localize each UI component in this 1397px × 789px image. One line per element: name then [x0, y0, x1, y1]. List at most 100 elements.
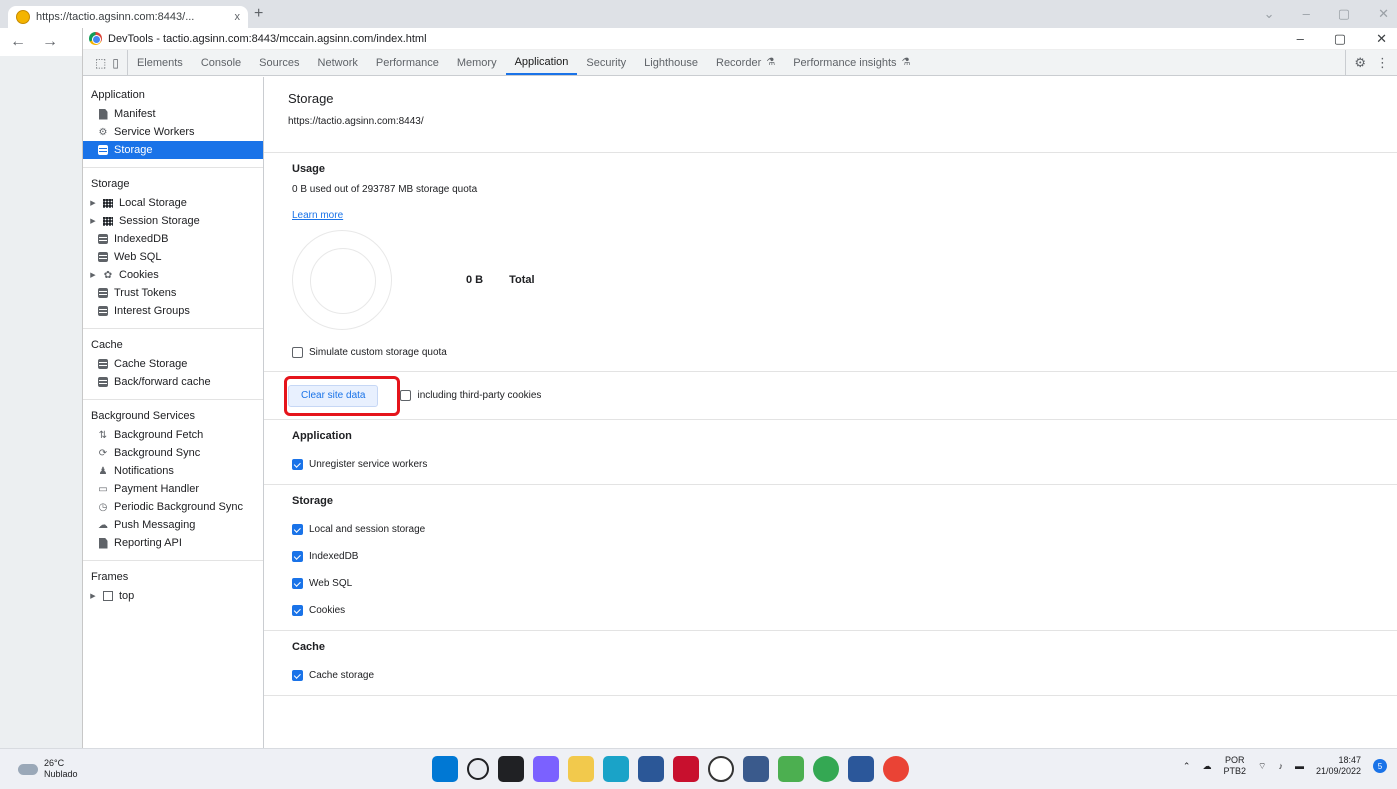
close-icon[interactable]: ✕	[1376, 31, 1387, 47]
forward-icon[interactable]: →	[42, 33, 58, 51]
clock[interactable]: 18:47 21/09/2022	[1316, 755, 1361, 777]
close-icon[interactable]: x	[235, 11, 241, 23]
tab-sources[interactable]: Sources	[250, 50, 308, 75]
chrome-icon[interactable]	[883, 756, 909, 782]
checkbox-checked[interactable]	[292, 551, 303, 562]
device-toolbar-icon[interactable]: ▯	[112, 56, 119, 70]
word-icon[interactable]	[848, 756, 874, 782]
sidebar-item-cookies[interactable]: ▶ ✿ Cookies	[83, 266, 263, 284]
minimize-icon[interactable]: –	[1297, 31, 1304, 47]
sidebar-item-trust-tokens[interactable]: Trust Tokens	[83, 284, 263, 302]
sidebar-item-interest-groups[interactable]: Interest Groups	[83, 302, 263, 320]
sidebar-item-service-workers[interactable]: ⚙ Service Workers	[83, 123, 263, 141]
app-icon[interactable]	[743, 756, 769, 782]
minimize-icon[interactable]: –	[1303, 6, 1310, 22]
cloud-sync-icon[interactable]: ☁	[1202, 761, 1211, 772]
app-icon[interactable]	[778, 756, 804, 782]
weather-widget[interactable]: 26°C Nublado	[0, 758, 200, 780]
storage-clear-section: Storage Local and session storage Indexe…	[264, 485, 1397, 631]
unregister-service-workers-checkbox[interactable]: Unregister service workers	[292, 451, 1397, 478]
store-icon[interactable]	[638, 756, 664, 782]
chrome-icon[interactable]	[813, 756, 839, 782]
language-indicator[interactable]: POR PTB2	[1223, 755, 1246, 777]
edge-icon[interactable]	[603, 756, 629, 782]
sidebar-item-cache-storage[interactable]: Cache Storage	[83, 355, 263, 373]
expand-arrow-icon[interactable]: ▶	[89, 199, 97, 207]
sidebar-item-indexeddb[interactable]: IndexedDB	[83, 230, 263, 248]
browser-tab[interactable]: https://tactio.agsinn.com:8443/... x	[8, 6, 248, 28]
checkbox-unchecked[interactable]	[292, 346, 303, 358]
sidebar-item-local-storage[interactable]: ▶ Local Storage	[83, 194, 263, 212]
checkbox-checked[interactable]	[292, 670, 303, 681]
search-icon[interactable]	[467, 758, 489, 780]
sidebar-item-manifest[interactable]: Manifest	[83, 105, 263, 123]
sidebar-item-push-messaging[interactable]: ☁ Push Messaging	[83, 516, 263, 534]
checkbox-unchecked[interactable]	[400, 390, 412, 401]
sidebar-item-background-fetch[interactable]: ⇅ Background Fetch	[83, 426, 263, 444]
mcafee-icon[interactable]	[673, 756, 699, 782]
file-explorer-icon[interactable]	[568, 756, 594, 782]
tab-network[interactable]: Network	[309, 50, 367, 75]
inspect-element-icon[interactable]: ⬚	[95, 56, 106, 70]
back-icon[interactable]: ←	[10, 33, 26, 51]
windows-start-icon[interactable]	[432, 756, 458, 782]
tab-performance-insights[interactable]: Performance insights ⚗	[784, 50, 919, 75]
tab-performance[interactable]: Performance	[367, 50, 448, 75]
checkbox-checked[interactable]	[292, 459, 303, 470]
expand-arrow-icon[interactable]: ▶	[89, 271, 97, 279]
tab-elements[interactable]: Elements	[128, 50, 192, 75]
sidebar-item-payment-handler[interactable]: ▭ Payment Handler	[83, 480, 263, 498]
sidebar-group-background-services: Background Services ⇅ Background Fetch ⟳ B…	[83, 408, 263, 561]
volume-icon[interactable]: ♪	[1278, 761, 1283, 771]
sidebar-item-storage[interactable]: Storage	[83, 141, 263, 159]
checkbox-checked[interactable]	[292, 524, 303, 535]
cache-storage-checkbox[interactable]: Cache storage	[292, 662, 1397, 689]
learn-more-link[interactable]: Learn more	[292, 210, 343, 221]
tab-memory[interactable]: Memory	[448, 50, 506, 75]
battery-icon[interactable]: ▬	[1295, 761, 1304, 771]
sidebar-item-top-frame[interactable]: ▶ top	[83, 587, 263, 605]
gear-icon: ⚙	[98, 126, 108, 138]
chevron-up-icon[interactable]: ⌃	[1183, 761, 1191, 772]
tab-security[interactable]: Security	[577, 50, 635, 75]
sidebar-item-background-sync[interactable]: ⟳ Background Sync	[83, 444, 263, 462]
local-session-storage-checkbox[interactable]: Local and session storage	[292, 516, 1397, 543]
chat-icon[interactable]	[533, 756, 559, 782]
sidebar-item-periodic-background-sync[interactable]: ◷ Periodic Background Sync	[83, 498, 263, 516]
web-sql-checkbox[interactable]: Web SQL	[292, 570, 1397, 597]
simulate-quota-checkbox[interactable]: Simulate custom storage quota	[292, 343, 1397, 361]
checkbox-checked[interactable]	[292, 605, 303, 616]
third-party-cookies-checkbox[interactable]: including third-party cookies	[400, 387, 541, 405]
sidebar-header: Application	[91, 89, 145, 101]
notification-badge[interactable]: 5	[1373, 759, 1387, 773]
sidebar-item-reporting-api[interactable]: Reporting API	[83, 534, 263, 552]
indexeddb-checkbox[interactable]: IndexedDB	[292, 543, 1397, 570]
checkbox-label: including third-party cookies	[417, 390, 542, 401]
tab-application[interactable]: Application	[505, 50, 578, 75]
tab-recorder[interactable]: Recorder ⚗	[707, 50, 784, 75]
sidebar-item-notifications[interactable]: ♟ Notifications	[83, 462, 263, 480]
checkbox-checked[interactable]	[292, 578, 303, 589]
close-icon[interactable]: ✕	[1378, 6, 1389, 22]
expand-arrow-icon[interactable]: ▶	[89, 592, 97, 600]
devtools-window-controls: – ▢ ✕	[1297, 31, 1387, 47]
gear-icon[interactable]: ⚙	[1354, 55, 1366, 71]
cookies-checkbox[interactable]: Cookies	[292, 597, 1397, 624]
sidebar-item-label: Manifest	[114, 108, 156, 120]
new-tab-button[interactable]: +	[254, 5, 263, 23]
task-view-icon[interactable]	[498, 756, 524, 782]
sidebar-item-back-forward-cache[interactable]: Back/forward cache	[83, 373, 263, 391]
chevron-down-icon[interactable]: ⌄	[1264, 6, 1275, 22]
tab-lighthouse[interactable]: Lighthouse	[635, 50, 707, 75]
tab-console[interactable]: Console	[192, 50, 250, 75]
maximize-icon[interactable]: ▢	[1334, 31, 1346, 47]
dell-icon[interactable]	[708, 756, 734, 782]
expand-arrow-icon[interactable]: ▶	[89, 217, 97, 225]
more-options-icon[interactable]: ⋮	[1376, 55, 1389, 71]
windows-taskbar: 26°C Nublado ⌃ ☁ POR PTB2 ⌔ ♪ ▬ 18:47 21…	[0, 748, 1397, 789]
maximize-icon[interactable]: ▢	[1338, 6, 1350, 22]
wifi-icon[interactable]: ⌔	[1258, 761, 1266, 772]
usage-total-value: 0 B	[466, 274, 484, 286]
sidebar-item-web-sql[interactable]: Web SQL	[83, 248, 263, 266]
sidebar-item-session-storage[interactable]: ▶ Session Storage	[83, 212, 263, 230]
